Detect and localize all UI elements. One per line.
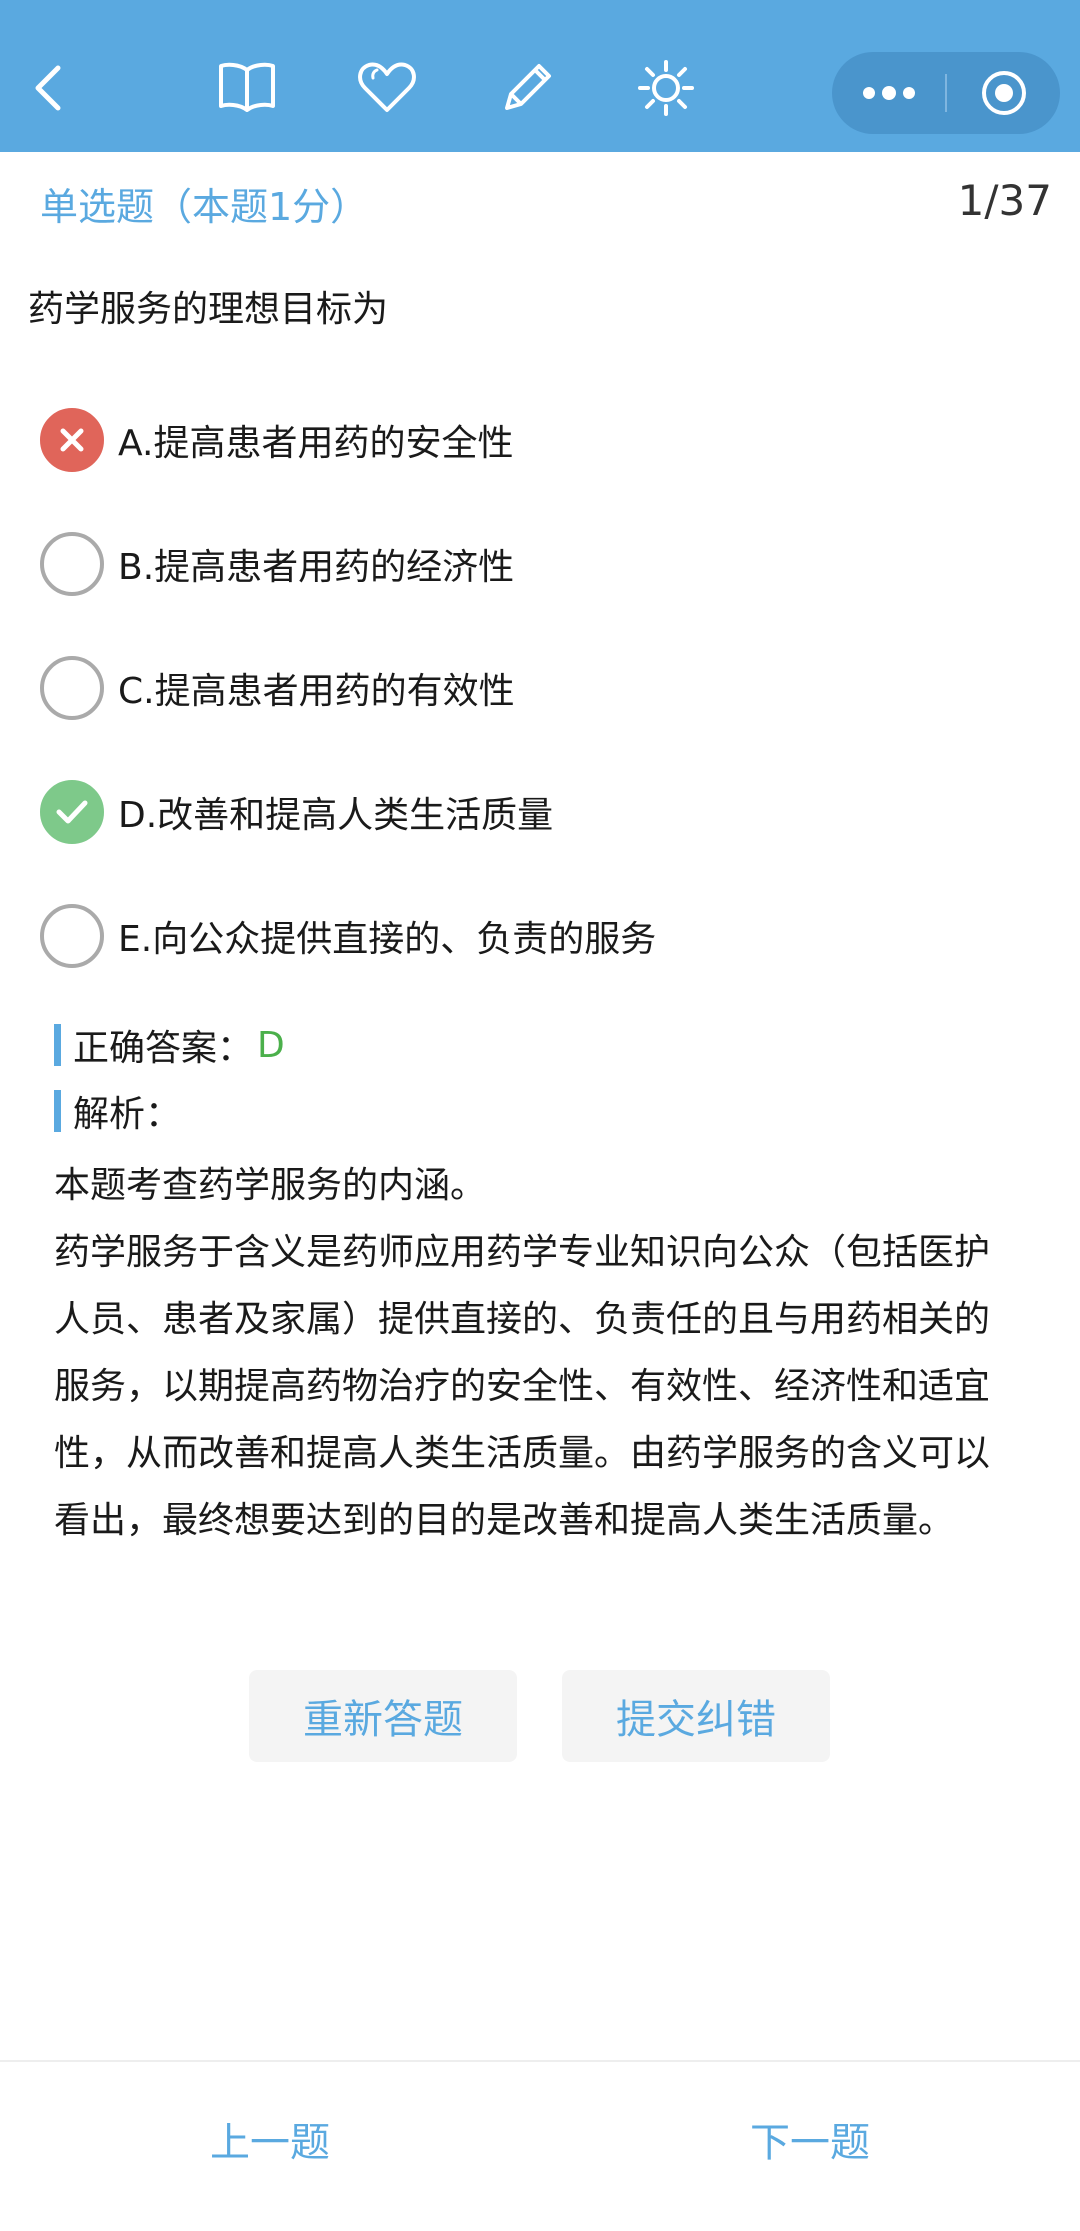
option-e-text: E.向公众提供直接的、负责的服务 xyxy=(118,919,657,960)
option-list: A.提高患者用药的安全性 B.提高患者用药的经济性 C.提高患者用药的有效性 D… xyxy=(40,378,1040,998)
question-progress: 1/37 xyxy=(957,176,1052,225)
top-toolbar xyxy=(0,0,1080,152)
option-d[interactable]: D.改善和提高人类生活质量 xyxy=(40,750,1040,874)
question-type-label: 单选题（本题1分） xyxy=(40,185,369,229)
target-icon[interactable] xyxy=(947,52,1060,134)
analysis-row: 解析： xyxy=(54,1085,181,1137)
brightness-icon[interactable] xyxy=(634,56,698,120)
mini-program-capsule xyxy=(832,52,1060,134)
correct-answer-row: 正确答案： D xyxy=(54,1019,285,1071)
back-icon[interactable] xyxy=(18,56,82,120)
option-a-text: A.提高患者用药的安全性 xyxy=(118,423,514,464)
option-b-text: B.提高患者用药的经济性 xyxy=(118,547,515,588)
radio-circle-icon xyxy=(40,656,104,720)
option-a[interactable]: A.提高患者用药的安全性 xyxy=(40,378,1040,502)
next-question-button[interactable]: 下一题 xyxy=(750,2110,870,2168)
check-mark-icon xyxy=(40,780,104,844)
analysis-text: 本题考查药学服务的内涵。 药学服务于含义是药师应用药学专业知识向公众（包括医护人… xyxy=(54,1152,1014,1554)
correct-answer-value: D xyxy=(257,1024,285,1066)
option-c-text: C.提高患者用药的有效性 xyxy=(118,671,515,712)
radio-circle-icon xyxy=(40,904,104,968)
bottom-navigation: 上一题 下一题 xyxy=(0,2060,1080,2231)
analysis-line-2: 药学服务于含义是药师应用药学专业知识向公众（包括医护人员、患者及家属）提供直接的… xyxy=(54,1232,991,1541)
analysis-line-1: 本题考查药学服务的内涵。 xyxy=(54,1165,487,1206)
prev-question-button[interactable]: 上一题 xyxy=(210,2110,330,2168)
option-d-text: D.改善和提高人类生活质量 xyxy=(118,795,554,836)
radio-circle-icon xyxy=(40,532,104,596)
pencil-icon[interactable] xyxy=(495,56,559,120)
correct-answer-label: 正确答案： xyxy=(73,1028,254,1069)
book-icon[interactable] xyxy=(215,56,279,120)
report-error-button[interactable]: 提交纠错 xyxy=(562,1670,830,1762)
analysis-label: 解析： xyxy=(73,1094,182,1135)
section-marker xyxy=(54,1024,61,1066)
wrong-mark-icon xyxy=(40,408,104,472)
redo-button[interactable]: 重新答题 xyxy=(249,1670,517,1762)
section-marker xyxy=(54,1090,61,1132)
more-icon[interactable] xyxy=(832,52,945,134)
question-stem: 药学服务的理想目标为 xyxy=(28,289,389,330)
option-e[interactable]: E.向公众提供直接的、负责的服务 xyxy=(40,874,1040,998)
option-b[interactable]: B.提高患者用药的经济性 xyxy=(40,502,1040,626)
option-c[interactable]: C.提高患者用药的有效性 xyxy=(40,626,1040,750)
heart-icon[interactable] xyxy=(355,56,419,120)
